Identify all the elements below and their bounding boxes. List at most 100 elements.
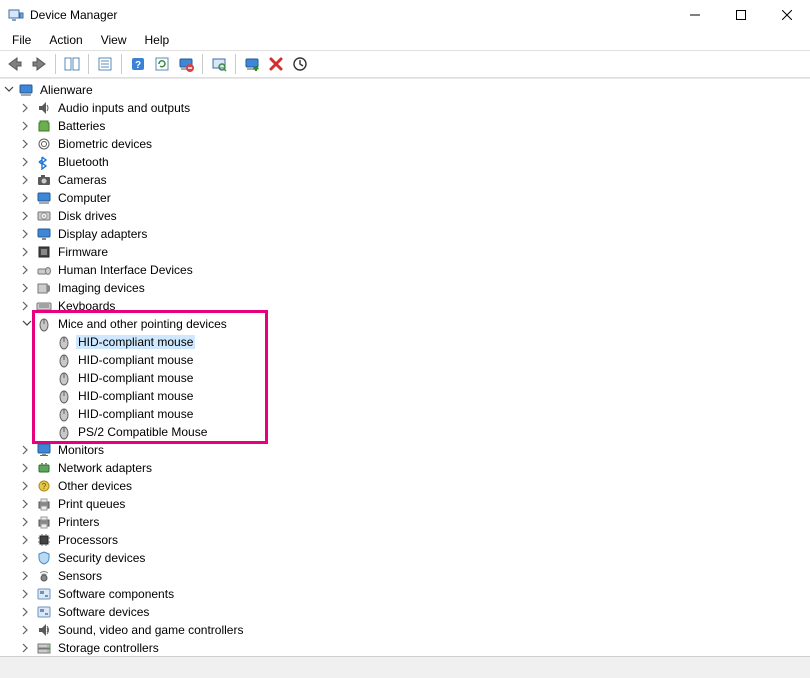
tree-toggle-empty <box>40 425 54 439</box>
tree-device-12-1[interactable]: HID-compliant mouse <box>0 351 810 369</box>
tree-device-12-3[interactable]: HID-compliant mouse <box>0 387 810 405</box>
tree-category-22[interactable]: Software devices <box>0 603 810 621</box>
tree-root[interactable]: Alienware <box>0 81 810 99</box>
computer-icon <box>36 190 52 206</box>
tree-category-21[interactable]: Software components <box>0 585 810 603</box>
tree-category-1[interactable]: Batteries <box>0 117 810 135</box>
menu-view[interactable]: View <box>93 31 135 49</box>
tree-category-2[interactable]: Biometric devices <box>0 135 810 153</box>
tree-label: Software devices <box>56 605 151 619</box>
chevron-right-icon[interactable] <box>20 155 34 169</box>
tree-label: Other devices <box>56 479 134 493</box>
chevron-right-icon[interactable] <box>20 137 34 151</box>
chevron-right-icon[interactable] <box>20 263 34 277</box>
tree-label: Keyboards <box>56 299 117 313</box>
close-button[interactable] <box>764 0 810 30</box>
chevron-right-icon[interactable] <box>20 299 34 313</box>
tree-label: Bluetooth <box>56 155 111 169</box>
tree-category-6[interactable]: Disk drives <box>0 207 810 225</box>
tree-label: HID-compliant mouse <box>76 389 195 403</box>
tree-category-16[interactable]: Print queues <box>0 495 810 513</box>
forward-button[interactable] <box>28 53 50 75</box>
tree-label: Audio inputs and outputs <box>56 101 192 115</box>
tree-label: Alienware <box>38 83 95 97</box>
chevron-right-icon[interactable] <box>20 173 34 187</box>
tree-device-12-5[interactable]: PS/2 Compatible Mouse <box>0 423 810 441</box>
tree-category-13[interactable]: Monitors <box>0 441 810 459</box>
tree-device-12-2[interactable]: HID-compliant mouse <box>0 369 810 387</box>
maximize-button[interactable] <box>718 0 764 30</box>
chevron-right-icon[interactable] <box>20 191 34 205</box>
monitor-icon <box>36 442 52 458</box>
printer-icon <box>36 514 52 530</box>
chevron-down-icon[interactable] <box>2 83 16 97</box>
tree-category-4[interactable]: Cameras <box>0 171 810 189</box>
chevron-right-icon[interactable] <box>20 209 34 223</box>
tree-category-0[interactable]: Audio inputs and outputs <box>0 99 810 117</box>
chevron-right-icon[interactable] <box>20 515 34 529</box>
tree-category-11[interactable]: Keyboards <box>0 297 810 315</box>
tree-category-12[interactable]: Mice and other pointing devices <box>0 315 810 333</box>
tree-category-15[interactable]: Other devices <box>0 477 810 495</box>
add-hardware-button[interactable] <box>241 53 263 75</box>
mouse-icon <box>56 334 72 350</box>
mouse-icon <box>56 424 72 440</box>
chevron-right-icon[interactable] <box>20 569 34 583</box>
tree-category-19[interactable]: Security devices <box>0 549 810 567</box>
chevron-right-icon[interactable] <box>20 479 34 493</box>
tree-device-12-0[interactable]: HID-compliant mouse <box>0 333 810 351</box>
tree-label: Firmware <box>56 245 110 259</box>
imaging-icon <box>36 280 52 296</box>
chevron-down-icon[interactable] <box>20 317 34 331</box>
tree-category-10[interactable]: Imaging devices <box>0 279 810 297</box>
show-hide-tree-button[interactable] <box>61 53 83 75</box>
sensor-icon <box>36 568 52 584</box>
device-tree[interactable]: Alienware Audio inputs and outputs Batteri… <box>0 79 810 656</box>
chevron-right-icon[interactable] <box>20 443 34 457</box>
chevron-right-icon[interactable] <box>20 245 34 259</box>
tree-category-7[interactable]: Display adapters <box>0 225 810 243</box>
chevron-right-icon[interactable] <box>20 281 34 295</box>
chevron-right-icon[interactable] <box>20 623 34 637</box>
chevron-right-icon[interactable] <box>20 641 34 655</box>
mouse-icon <box>56 370 72 386</box>
tree-category-3[interactable]: Bluetooth <box>0 153 810 171</box>
tree-label: Batteries <box>56 119 107 133</box>
menu-help[interactable]: Help <box>137 31 178 49</box>
minimize-button[interactable] <box>672 0 718 30</box>
storage-icon <box>36 640 52 656</box>
tree-device-12-4[interactable]: HID-compliant mouse <box>0 405 810 423</box>
tree-category-24[interactable]: Storage controllers <box>0 639 810 656</box>
properties-button[interactable] <box>94 53 116 75</box>
chevron-right-icon[interactable] <box>20 461 34 475</box>
menu-file[interactable]: File <box>4 31 39 49</box>
tree-category-9[interactable]: Human Interface Devices <box>0 261 810 279</box>
back-button[interactable] <box>4 53 26 75</box>
tree-label: HID-compliant mouse <box>76 371 195 385</box>
chevron-right-icon[interactable] <box>20 101 34 115</box>
uninstall-device-button[interactable] <box>175 53 197 75</box>
tree-category-23[interactable]: Sound, video and game controllers <box>0 621 810 639</box>
update-driver-button[interactable] <box>151 53 173 75</box>
chevron-right-icon[interactable] <box>20 551 34 565</box>
chevron-right-icon[interactable] <box>20 227 34 241</box>
tree-label: HID-compliant mouse <box>76 335 195 349</box>
menu-action[interactable]: Action <box>41 31 90 49</box>
tree-toggle-empty <box>40 371 54 385</box>
chevron-right-icon[interactable] <box>20 605 34 619</box>
tree-category-8[interactable]: Firmware <box>0 243 810 261</box>
tree-category-18[interactable]: Processors <box>0 531 810 549</box>
tree-category-5[interactable]: Computer <box>0 189 810 207</box>
tree-category-20[interactable]: Sensors <box>0 567 810 585</box>
display-icon <box>36 226 52 242</box>
chevron-right-icon[interactable] <box>20 587 34 601</box>
help-button[interactable] <box>127 53 149 75</box>
delete-button[interactable] <box>265 53 287 75</box>
tree-category-17[interactable]: Printers <box>0 513 810 531</box>
chevron-right-icon[interactable] <box>20 497 34 511</box>
scan-hardware-button[interactable] <box>208 53 230 75</box>
chevron-right-icon[interactable] <box>20 533 34 547</box>
tree-category-14[interactable]: Network adapters <box>0 459 810 477</box>
chevron-right-icon[interactable] <box>20 119 34 133</box>
disable-device-button[interactable] <box>289 53 311 75</box>
